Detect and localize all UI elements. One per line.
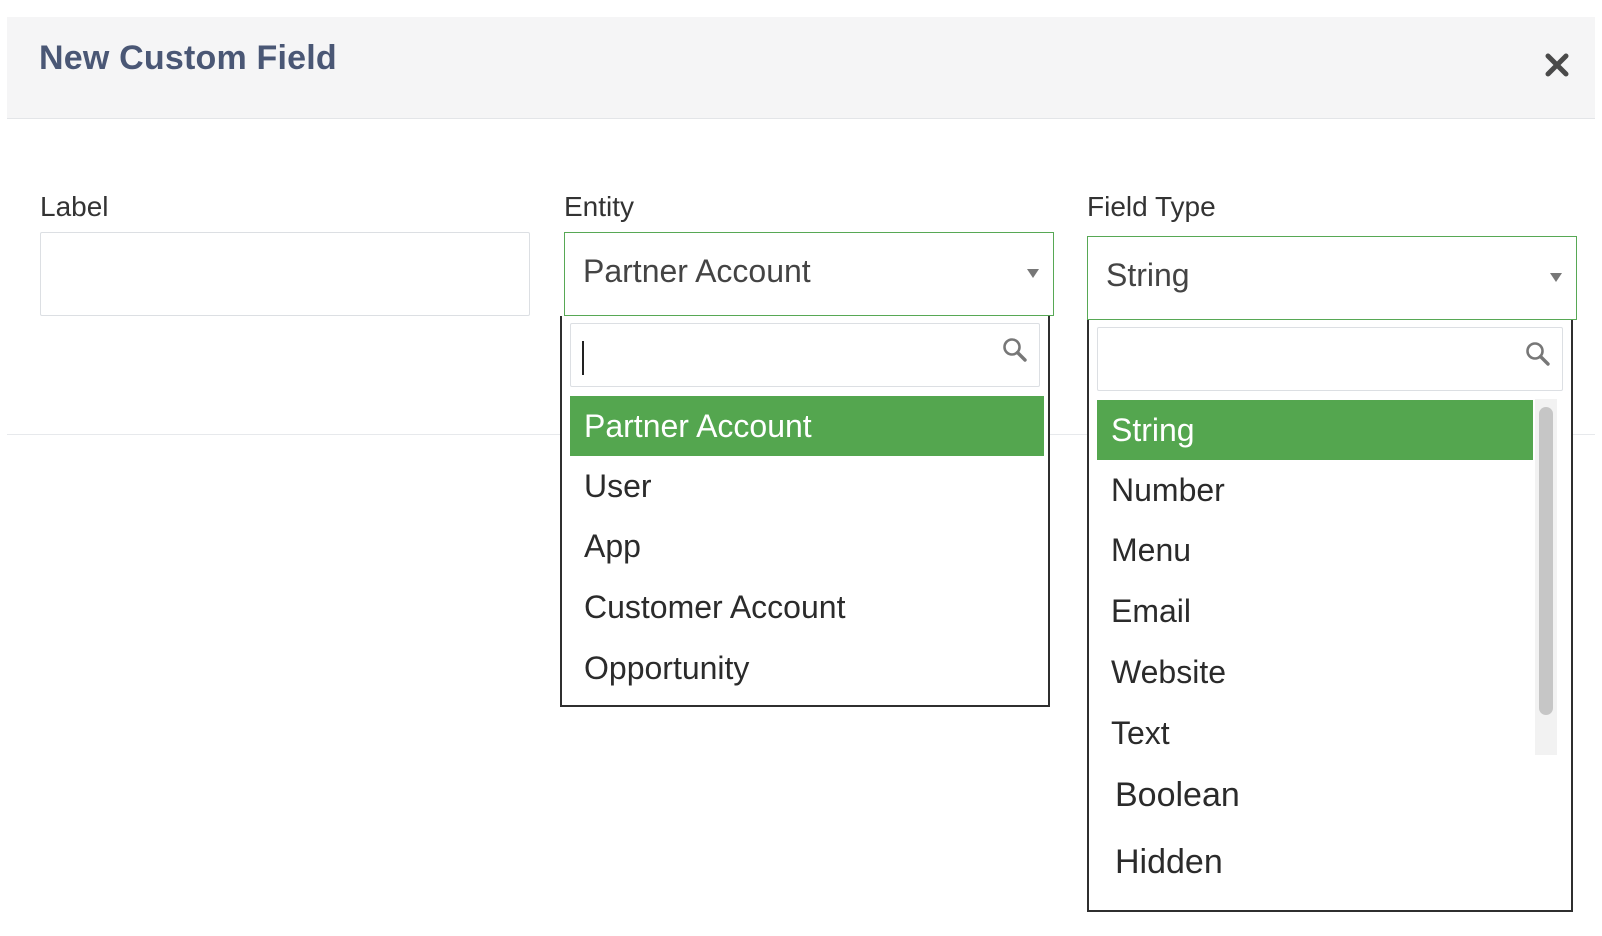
- field-type-search-box: [1097, 327, 1563, 391]
- field-type-option-string[interactable]: String: [1097, 400, 1533, 460]
- field-type-option-text[interactable]: Text: [1097, 703, 1533, 763]
- label-input[interactable]: [40, 232, 530, 316]
- search-icon: [1524, 340, 1552, 368]
- field-type-dropdown: String Number Menu Email Website Text Bo…: [1087, 320, 1573, 912]
- field-type-select-value: String: [1106, 257, 1190, 293]
- field-type-option-boolean[interactable]: Boolean: [1101, 765, 1537, 825]
- close-icon[interactable]: [1541, 49, 1573, 81]
- text-cursor: [582, 341, 584, 375]
- field-type-option-hidden[interactable]: Hidden: [1101, 832, 1537, 892]
- field-type-option-email[interactable]: Email: [1097, 581, 1533, 641]
- entity-search-input[interactable]: [579, 330, 987, 380]
- field-type-field-label: Field Type: [1087, 191, 1216, 222]
- entity-dropdown: Partner Account User App Customer Accoun…: [560, 316, 1050, 707]
- field-type-search-input[interactable]: [1106, 334, 1510, 384]
- chevron-down-icon: [1550, 273, 1562, 282]
- dropdown-scrollbar-thumb[interactable]: [1539, 407, 1553, 715]
- entity-option-opportunity[interactable]: Opportunity: [570, 638, 1044, 698]
- search-icon: [1001, 336, 1029, 364]
- modal-header: New Custom Field: [7, 17, 1595, 119]
- modal-title: New Custom Field: [39, 39, 337, 77]
- entity-field-label: Entity: [564, 191, 635, 222]
- field-type-option-menu[interactable]: Menu: [1097, 520, 1533, 580]
- entity-select-value: Partner Account: [583, 253, 811, 289]
- field-type-option-website[interactable]: Website: [1097, 642, 1533, 702]
- label-field-label: Label: [40, 191, 109, 222]
- field-type-option-number[interactable]: Number: [1097, 460, 1533, 520]
- dropdown-scrollbar[interactable]: [1535, 399, 1557, 755]
- field-type-select[interactable]: String: [1087, 236, 1577, 320]
- entity-select[interactable]: Partner Account: [564, 232, 1054, 316]
- entity-option-partner-account[interactable]: Partner Account: [570, 396, 1044, 456]
- entity-option-customer-account[interactable]: Customer Account: [570, 577, 1044, 637]
- chevron-down-icon: [1027, 269, 1039, 278]
- entity-option-app[interactable]: App: [570, 516, 1044, 576]
- entity-search-box: [570, 323, 1040, 387]
- entity-option-user[interactable]: User: [570, 456, 1044, 516]
